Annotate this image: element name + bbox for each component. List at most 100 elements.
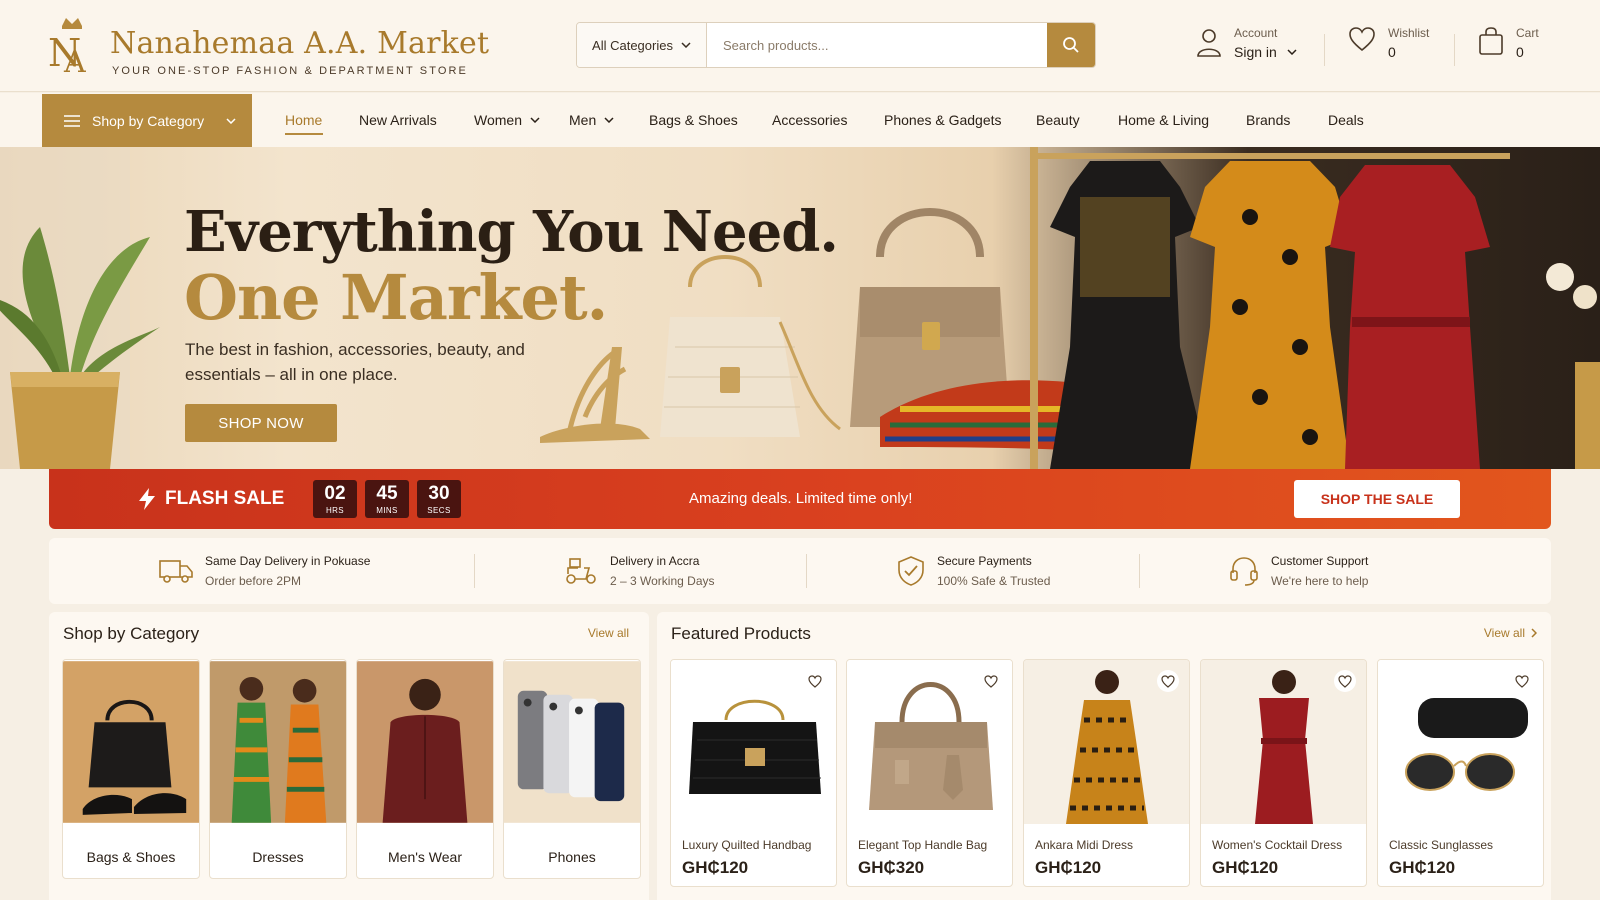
shop-now-button[interactable]: SHOP NOW — [185, 404, 337, 442]
cart-link[interactable]: Cart 0 — [1478, 26, 1539, 60]
featured-view-all-link[interactable]: View all — [1484, 626, 1537, 640]
sandal-icon — [540, 347, 650, 443]
nav-new-arrivals[interactable]: New Arrivals — [359, 112, 437, 128]
product-card[interactable]: Classic Sunglasses GH₵120 — [1377, 659, 1544, 887]
product-price: GH₵120 — [1212, 858, 1279, 877]
product-card[interactable]: Luxury Quilted Handbag GH₵120 — [670, 659, 837, 887]
category-card-phones[interactable]: Phones — [503, 659, 641, 879]
nav-bags-shoes[interactable]: Bags & Shoes — [649, 112, 738, 128]
flash-sale-label: FLASH SALE — [165, 488, 285, 509]
nav-phones-gadgets[interactable]: Phones & Gadgets — [884, 112, 1002, 128]
feature-title: Same Day Delivery in Pokuase — [205, 554, 371, 568]
nav-accessories[interactable]: Accessories — [772, 112, 847, 128]
product-name: Luxury Quilted Handbag — [682, 838, 812, 852]
nav-women[interactable]: Women — [474, 112, 540, 128]
chevron-down-icon — [604, 117, 614, 123]
nav-home-living[interactable]: Home & Living — [1118, 112, 1209, 128]
cart-label: Cart — [1516, 26, 1539, 40]
search-input[interactable] — [707, 23, 1047, 67]
product-image — [1201, 660, 1366, 824]
category-card-dresses[interactable]: Dresses — [209, 659, 347, 879]
search-bar: All Categories — [576, 22, 1096, 68]
feature-customer-support: Customer Support We're here to help — [1229, 554, 1368, 588]
product-name: Ankara Midi Dress — [1035, 838, 1134, 852]
featured-products-panel: Featured Products View all Luxury Quilte… — [657, 612, 1551, 900]
quilted-handbag-icon — [660, 255, 841, 437]
shop-by-category-label: Shop by Category — [92, 112, 205, 129]
flash-sale-bar: FLASH SALE 02 HRS 45 MINS 30 SECS Amazin… — [49, 469, 1551, 529]
countdown-mins: 45 MINS — [365, 480, 409, 518]
svg-text:A: A — [63, 45, 86, 78]
search-button[interactable] — [1047, 23, 1095, 67]
hero-title-line2: One Market. — [184, 261, 608, 334]
category-card-bags-shoes[interactable]: Bags & Shoes — [62, 659, 200, 879]
lightning-icon — [139, 488, 155, 510]
nav-deals-label: Deals — [1328, 112, 1364, 128]
categories-view-all-link[interactable]: View all — [588, 626, 629, 640]
category-image-phones — [504, 661, 640, 823]
nav-deals[interactable]: Deals — [1328, 112, 1364, 128]
wishlist-heart-button[interactable] — [980, 670, 1002, 692]
shield-check-icon — [898, 556, 924, 586]
countdown-secs: 30 SECS — [417, 480, 461, 518]
product-image — [1024, 660, 1189, 824]
countdown-hours-unit: HRS — [325, 506, 345, 515]
site-header: N A Nanahemaa A.A. Market YOUR ONE-STOP … — [0, 0, 1600, 92]
flash-sale-title: FLASH SALE — [139, 488, 284, 510]
nav-bags-shoes-label: Bags & Shoes — [649, 112, 738, 128]
category-card-mens-wear[interactable]: Men's Wear — [356, 659, 494, 879]
wishlist-heart-button[interactable] — [804, 670, 826, 692]
feature-title: Secure Payments — [937, 554, 1032, 568]
category-label: Phones — [548, 849, 596, 865]
chevron-down-icon — [226, 117, 236, 124]
wishlist-heart-button[interactable] — [1511, 670, 1533, 692]
nav-brands[interactable]: Brands — [1246, 112, 1290, 128]
nav-home[interactable]: Home — [285, 112, 322, 128]
countdown-mins-unit: MINS — [376, 506, 398, 515]
sign-in-link[interactable]: Sign in — [1234, 44, 1277, 60]
product-card[interactable]: Women's Cocktail Dress GH₵120 — [1200, 659, 1367, 887]
countdown-secs-value: 30 — [428, 483, 450, 504]
cart-count: 0 — [1516, 44, 1524, 60]
heart-icon — [984, 674, 998, 688]
shop-by-category-button[interactable]: Shop by Category — [42, 94, 252, 147]
product-price: GH₵120 — [1035, 858, 1102, 877]
wishlist-count: 0 — [1388, 44, 1396, 60]
product-card[interactable]: Elegant Top Handle Bag GH₵320 — [846, 659, 1013, 887]
nav-home-label: Home — [285, 112, 323, 128]
feature-same-day-delivery: Same Day Delivery in Pokuase Order before… — [159, 554, 370, 588]
wishlist-heart-button[interactable] — [1334, 670, 1356, 692]
countdown-secs-unit: SECS — [427, 506, 451, 515]
feature-subtitle: Order before 2PM — [205, 574, 302, 588]
product-price: GH₵120 — [1389, 858, 1456, 877]
product-card[interactable]: Ankara Midi Dress GH₵120 — [1023, 659, 1190, 887]
search-category-select[interactable]: All Categories — [577, 23, 707, 67]
feature-secure-payments: Secure Payments 100% Safe & Trusted — [897, 554, 1050, 588]
nav-men[interactable]: Men — [569, 112, 614, 128]
feature-divider — [1139, 554, 1140, 588]
nav-accessories-label: Accessories — [772, 112, 848, 128]
brand-name[interactable]: Nanahemaa A.A. Market — [110, 26, 489, 61]
shop-the-sale-button[interactable]: SHOP THE SALE — [1294, 480, 1460, 518]
nav-phones-gadgets-label: Phones & Gadgets — [884, 112, 1002, 128]
product-price: GH₵120 — [682, 858, 749, 877]
wishlist-link[interactable]: Wishlist 0 — [1348, 26, 1429, 60]
account-menu[interactable]: Account Sign in — [1196, 26, 1297, 60]
features-strip: Same Day Delivery in Pokuase Order before… — [49, 538, 1551, 604]
headset-icon — [1230, 557, 1258, 586]
scooter-icon — [566, 558, 596, 584]
brand-logo-icon[interactable]: N A — [44, 14, 100, 78]
menu-icon — [64, 114, 80, 127]
nav-beauty[interactable]: Beauty — [1036, 112, 1080, 128]
feature-divider — [806, 554, 807, 588]
chevron-right-icon — [1531, 628, 1537, 638]
user-icon — [1197, 29, 1221, 57]
heart-icon — [1161, 674, 1175, 688]
feature-subtitle: 100% Safe & Trusted — [937, 574, 1051, 588]
hero-subtitle: The best in fashion, accessories, beauty… — [185, 340, 525, 384]
flash-sale-message: Amazing deals. Limited time only! — [689, 490, 913, 507]
product-name: Classic Sunglasses — [1389, 838, 1494, 852]
wishlist-heart-button[interactable] — [1157, 670, 1179, 692]
chevron-down-icon — [530, 117, 540, 123]
truck-icon — [159, 560, 193, 583]
